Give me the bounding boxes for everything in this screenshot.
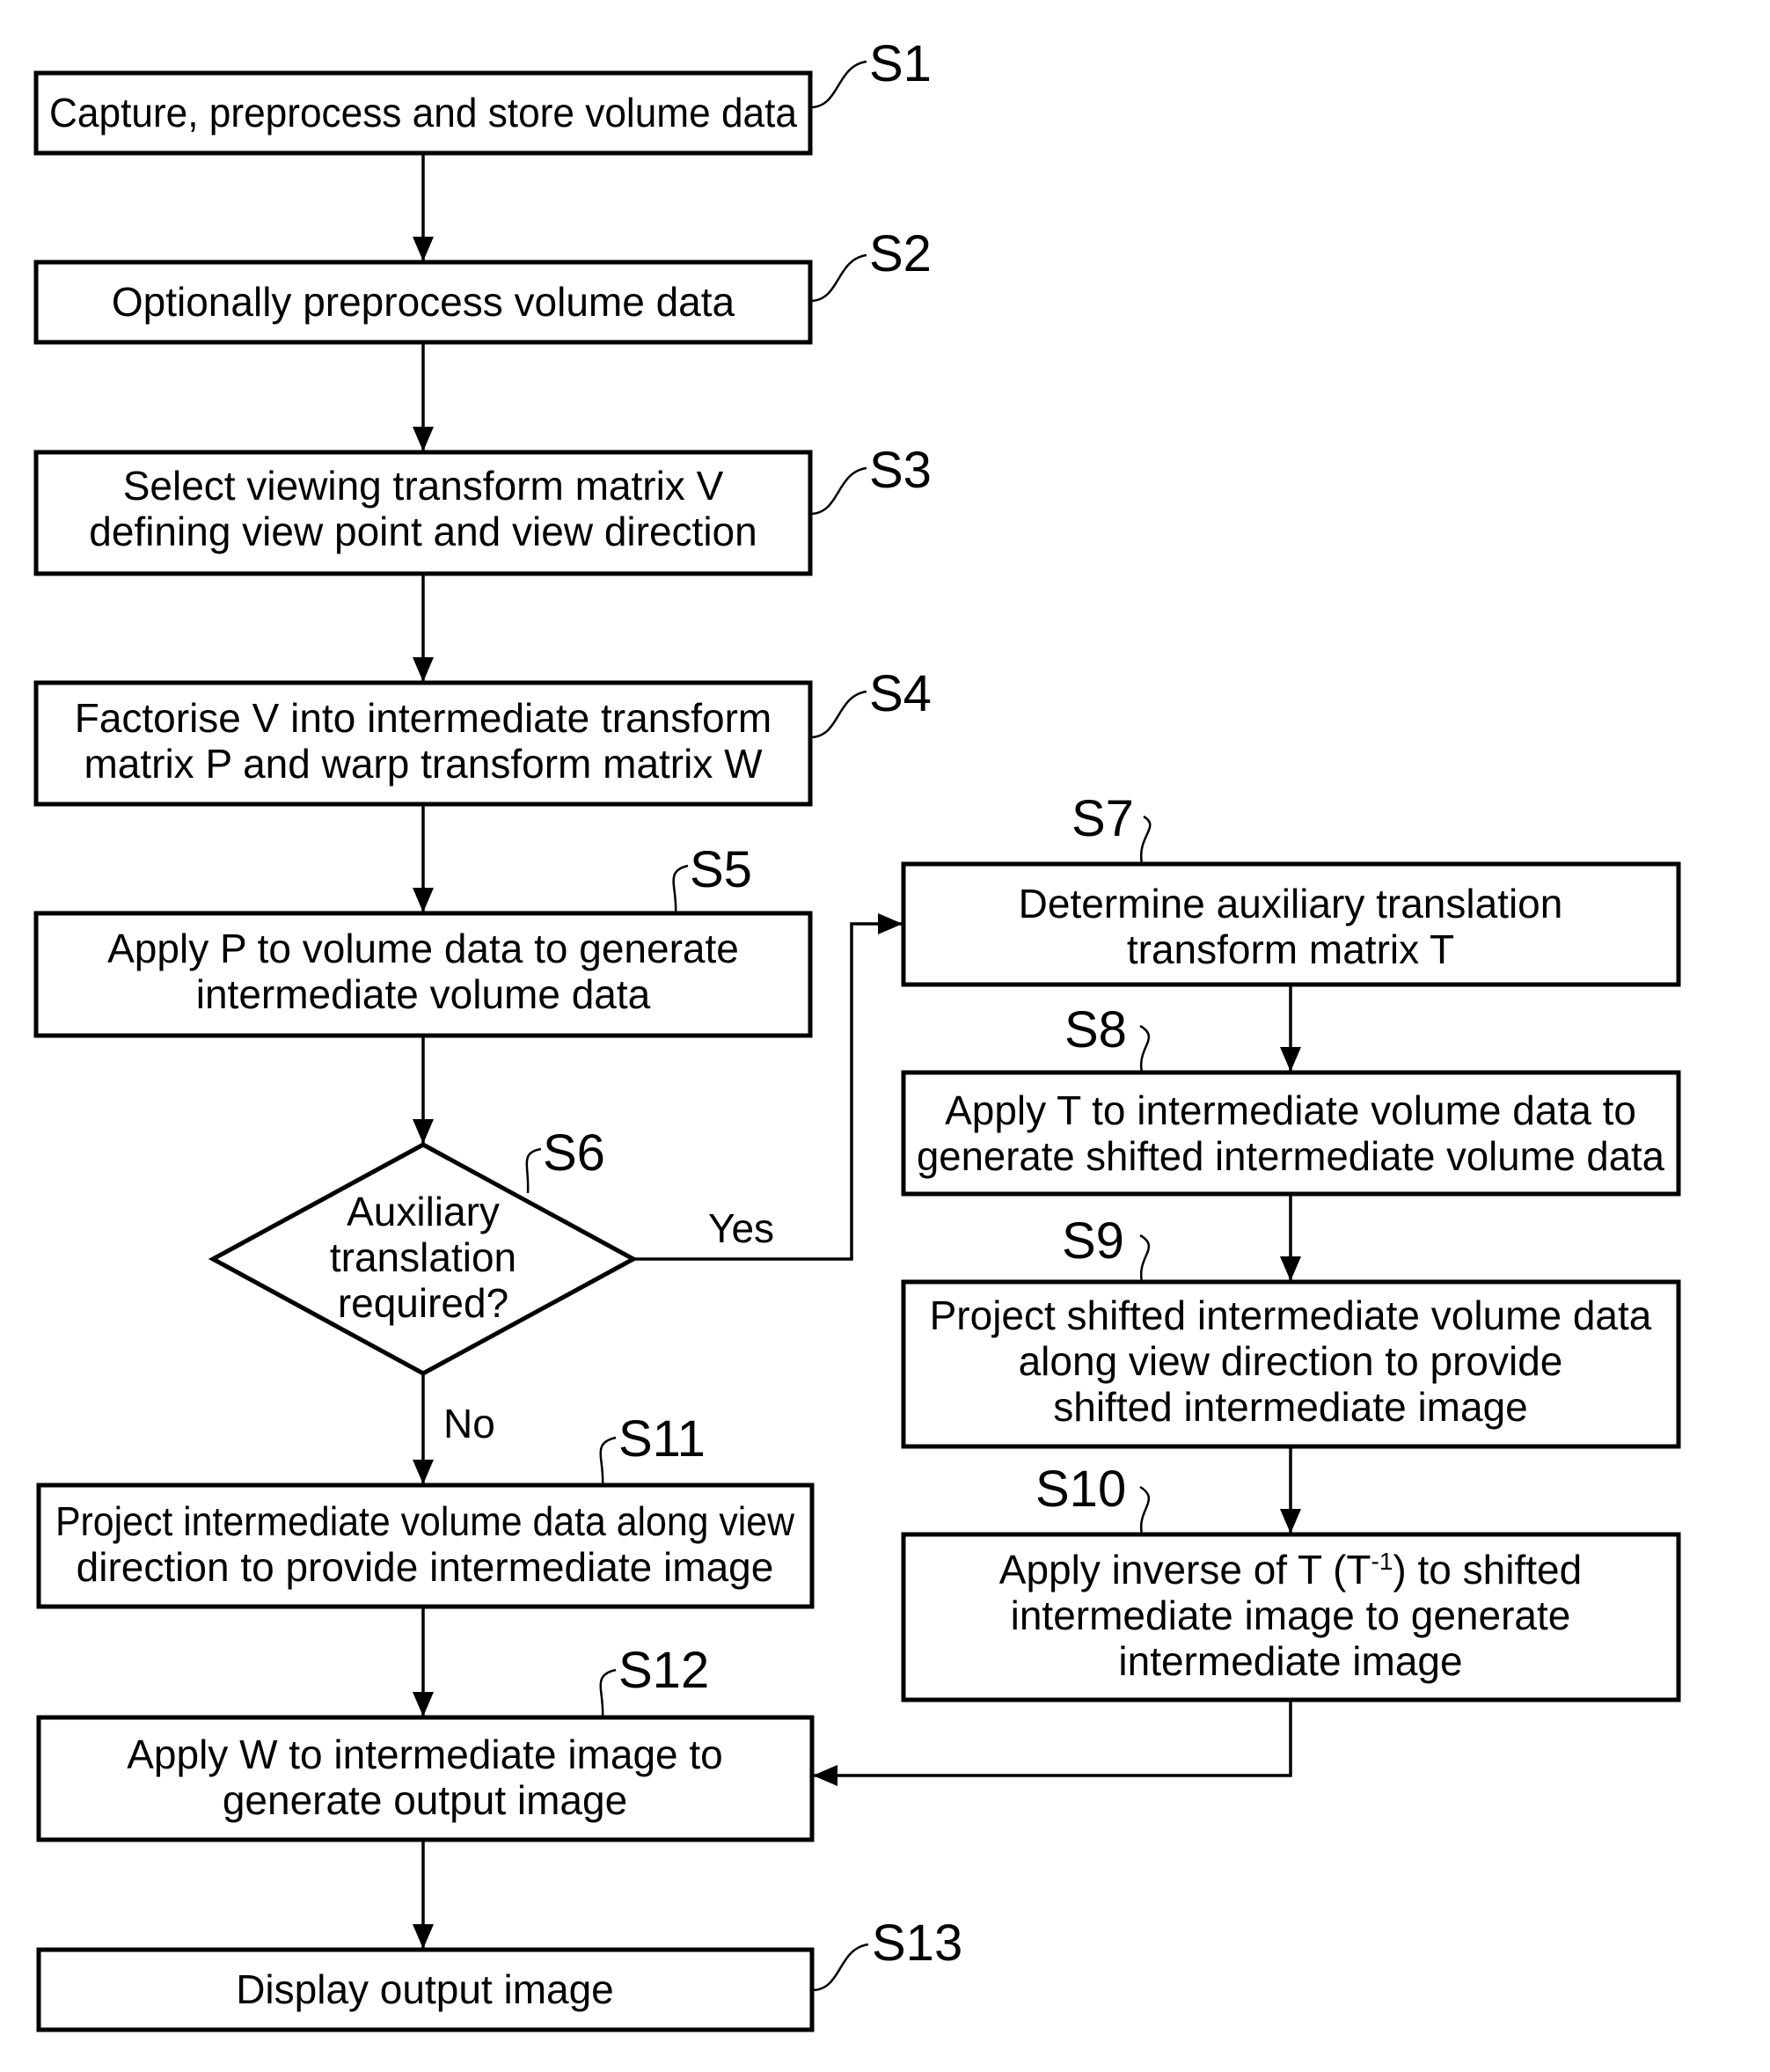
decision-text: translation xyxy=(330,1234,516,1280)
step-label-s5: S5 xyxy=(690,841,752,898)
step-text: Determine auxiliary translation xyxy=(1019,881,1563,926)
flowchart-canvas: Capture, preprocess and store volume dat… xyxy=(33,35,1681,2032)
leader-s9 xyxy=(1139,1234,1151,1283)
step-s9: Project shifted intermediate volume data… xyxy=(901,1279,1681,1449)
step-text: Factorise V into intermediate transform xyxy=(75,695,772,741)
step-label-s12: S12 xyxy=(618,1642,709,1699)
step-text: Apply T to intermediate volume data to xyxy=(945,1087,1636,1133)
step-s10: Apply inverse of T (T-1) to shifted inte… xyxy=(901,1532,1681,1702)
step-s3: Select viewing transform matrix V defini… xyxy=(33,450,813,576)
step-text: Apply W to intermediate image to xyxy=(127,1732,723,1777)
step-label-s13: S13 xyxy=(872,1915,962,1972)
step-text: Capture, preprocess and store volume dat… xyxy=(49,90,797,135)
leader-s1 xyxy=(809,60,867,109)
leader-s4 xyxy=(809,690,867,739)
step-text: generate shifted intermediate volume dat… xyxy=(917,1133,1664,1179)
step-text: transform matrix T xyxy=(1127,926,1454,972)
step-label-s8: S8 xyxy=(1064,1001,1127,1058)
step-text: intermediate volume data xyxy=(196,971,651,1017)
step-label-s3: S3 xyxy=(869,442,932,499)
step-text: Select viewing transform matrix V xyxy=(123,463,724,509)
step-text: Display output image xyxy=(236,1966,614,2012)
step-text: Project intermediate volume data along v… xyxy=(55,1498,795,1544)
decision-text: required? xyxy=(338,1280,508,1326)
step-s8: Apply T to intermediate volume data to g… xyxy=(901,1070,1681,1197)
leader-s10 xyxy=(1139,1485,1151,1535)
step-s2: Optionally preprocess volume data xyxy=(33,260,813,345)
step-s7: Determine auxiliary translation transfor… xyxy=(901,861,1681,987)
decision-text: Auxiliary xyxy=(347,1189,500,1234)
step-text-part: Apply inverse of T (T xyxy=(999,1547,1371,1592)
step-s11: Project intermediate volume data along v… xyxy=(36,1483,815,1609)
step-text: along view direction to provide xyxy=(1019,1338,1563,1384)
step-text: shifted intermediate image xyxy=(1053,1384,1528,1430)
leader-s6 xyxy=(525,1147,542,1194)
step-text: Apply inverse of T (T-1) to shifted xyxy=(999,1547,1582,1592)
step-label-s4: S4 xyxy=(869,665,932,722)
leader-s2 xyxy=(809,253,867,303)
leader-s11 xyxy=(599,1436,617,1486)
step-label-s6: S6 xyxy=(543,1124,605,1182)
step-text: matrix P and warp transform matrix W xyxy=(84,741,763,787)
step-text: Optionally preprocess volume data xyxy=(112,279,735,325)
step-label-s1: S1 xyxy=(869,35,932,92)
step-text: intermediate image xyxy=(1118,1638,1462,1684)
superscript: -1 xyxy=(1371,1548,1393,1575)
leader-s8 xyxy=(1139,1024,1151,1073)
step-label-s11: S11 xyxy=(618,1410,706,1468)
step-label-s7: S7 xyxy=(1072,790,1134,847)
step-text: direction to provide intermediate image xyxy=(77,1544,774,1590)
leader-s7 xyxy=(1139,815,1152,865)
edge-s10-s12 xyxy=(813,1700,1292,1786)
leader-s3 xyxy=(809,466,867,516)
step-text: Project shifted intermediate volume data xyxy=(930,1292,1652,1338)
step-text: Apply P to volume data to generate xyxy=(107,926,739,971)
step-label-s2: S2 xyxy=(869,225,932,282)
branch-no-label: No xyxy=(443,1401,495,1446)
step-text-part: ) to shifted xyxy=(1393,1547,1582,1592)
step-s1: Capture, preprocess and store volume dat… xyxy=(33,70,813,156)
step-label-s9: S9 xyxy=(1062,1212,1124,1270)
leader-s5 xyxy=(672,864,689,914)
step-text: defining view point and view direction xyxy=(89,509,757,554)
step-label-s10: S10 xyxy=(1035,1461,1126,1518)
step-text: generate output image xyxy=(223,1777,627,1823)
leader-s12 xyxy=(599,1668,617,1718)
leader-s13 xyxy=(811,1943,869,1992)
step-s4: Factorise V into intermediate transform … xyxy=(33,680,813,807)
step-s12: Apply W to intermediate image to generat… xyxy=(36,1715,815,1842)
step-s5: Apply P to volume data to generate inter… xyxy=(33,911,813,1038)
branch-yes-label: Yes xyxy=(708,1205,774,1251)
step-text: intermediate image to generate xyxy=(1011,1592,1571,1638)
step-s13: Display output image xyxy=(36,1947,815,2032)
